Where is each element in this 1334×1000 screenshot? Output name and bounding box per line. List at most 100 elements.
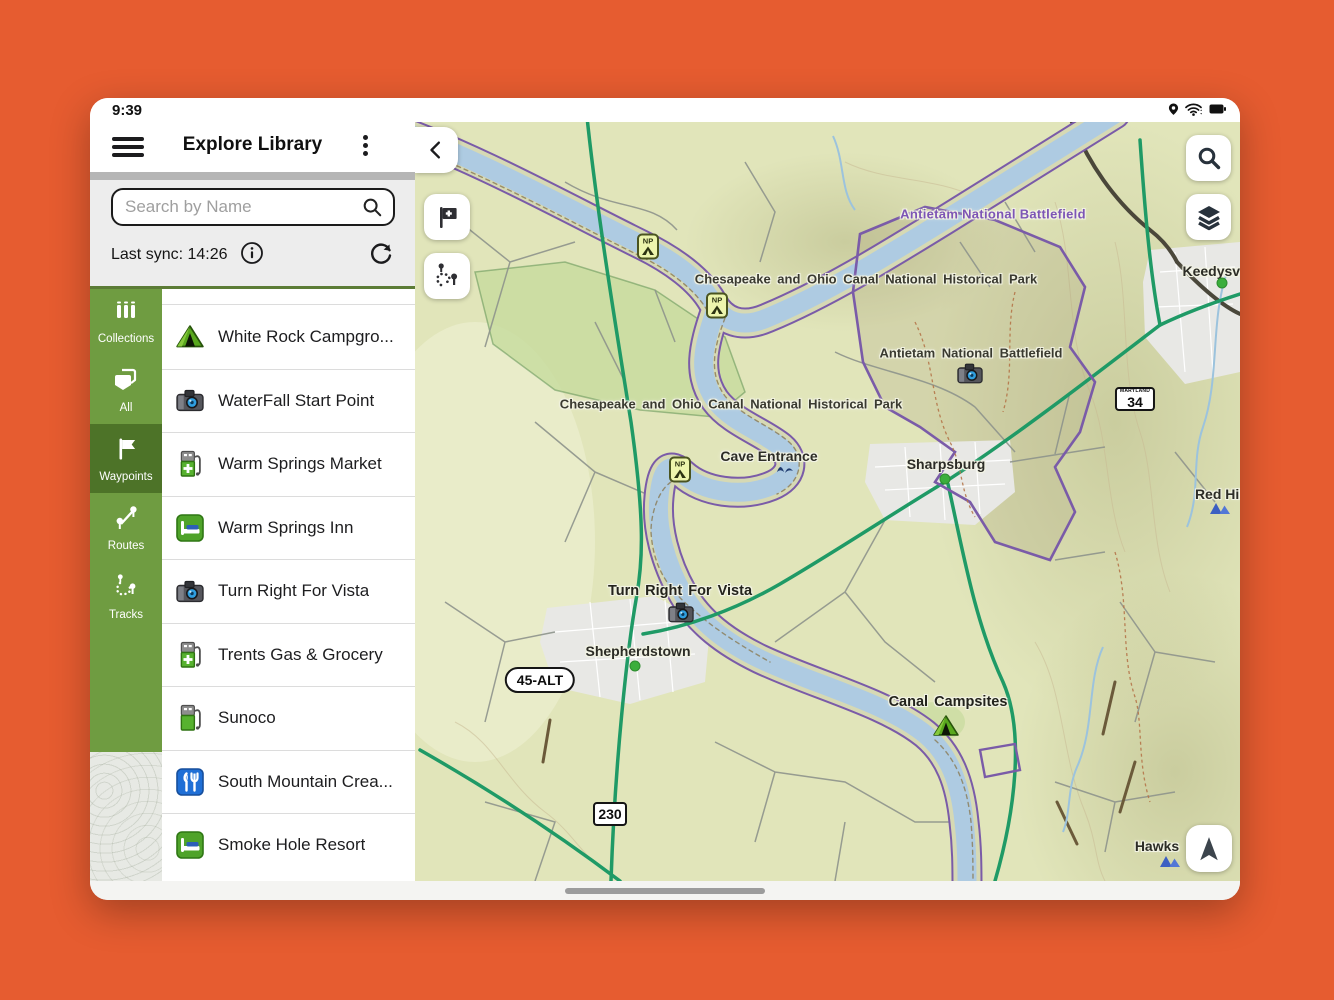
waypoint-name: Trents Gas & Grocery (218, 645, 383, 665)
sync-row: Last sync: 14:26 (111, 238, 394, 272)
route-shield: 45-ALT (505, 667, 575, 693)
waypoint-list-item[interactable]: Trents Gas & Grocery (162, 623, 415, 687)
waypoint-name: South Mountain Crea... (218, 772, 393, 792)
sidebar-item-label: Tracks (109, 609, 143, 621)
waypoint-name: Smoke Hole Resort (218, 835, 365, 855)
info-icon[interactable] (240, 241, 264, 270)
shield-number: 34 (1127, 394, 1143, 410)
sidebar-item-routes[interactable]: Routes (90, 493, 162, 562)
waypoint-list-item[interactable]: Valley Grocery (162, 289, 415, 305)
gas-icon (176, 704, 204, 732)
sidebar-item-collections[interactable]: Collections (90, 286, 162, 355)
restaurant-icon (176, 768, 204, 796)
shield-number: 230 (598, 806, 621, 822)
map-marker-camera-icon[interactable] (668, 602, 694, 628)
waypoint-list: Valley GroceryWhite Rock Campgro... Water… (162, 289, 415, 881)
waypoint-list-item[interactable]: Turn Right For Vista (162, 559, 415, 623)
bottom-strip (90, 881, 1240, 900)
lodging-icon (176, 831, 204, 859)
search-icon (1196, 145, 1222, 171)
camera-icon (176, 577, 204, 605)
map-marker-np-campground-icon: NP (637, 234, 659, 265)
sidebar-item-label: Routes (108, 540, 144, 552)
compass-arrow-icon (1194, 834, 1224, 864)
collections-icon (112, 297, 140, 330)
search-input[interactable] (125, 197, 361, 217)
clock: 9:39 (112, 102, 142, 119)
locate-compass-button[interactable] (1186, 825, 1232, 872)
screen: { "status_bar": { "time": "9:39", "icons… (0, 0, 1334, 1000)
all-icon (112, 366, 140, 399)
map-marker-town-dot (1216, 276, 1228, 294)
system-icons (1168, 102, 1226, 116)
waypoint-list-item[interactable]: Warm Springs Market (162, 432, 415, 496)
sidebar-item-tracks[interactable]: Tracks (90, 562, 162, 631)
search-icon (361, 196, 383, 218)
refresh-icon[interactable] (368, 240, 394, 271)
topo-map (415, 122, 1240, 881)
waypoint-name: Warm Springs Market (218, 454, 382, 474)
flag-icon (112, 435, 140, 468)
chevron-left-icon (426, 139, 448, 161)
svg-text:NP: NP (675, 460, 685, 469)
battery-icon (1209, 104, 1226, 114)
waypoint-list-item[interactable]: White Rock Campgro... (162, 305, 415, 369)
svg-text:NP: NP (643, 237, 653, 246)
panel-header: Explore Library (90, 122, 415, 172)
scroll-shadow (90, 172, 415, 180)
map-marker-cave-icon (776, 461, 794, 479)
map-marker-mountain-icon (1159, 853, 1181, 873)
map-marker-town-dot (939, 472, 951, 490)
svg-text:NP: NP (712, 296, 722, 305)
camera-icon (176, 387, 204, 415)
location-icon (1168, 102, 1179, 116)
sidebar-item-label: Collections (98, 333, 154, 345)
sidebar-item-waypoints[interactable]: Waypoints (90, 424, 162, 493)
sidebar-nav-rail: Collections All Waypoints Routes Tracks (90, 286, 162, 752)
gas-plus-icon (176, 450, 204, 478)
map-marker-np-campground-icon: NP (706, 293, 728, 324)
collapse-panel-button[interactable] (415, 127, 458, 173)
add-track-button[interactable] (424, 253, 470, 299)
waypoint-name: Sunoco (218, 708, 276, 728)
waypoint-list-item[interactable]: South Mountain Crea... (162, 750, 415, 814)
map-canvas[interactable]: Antietam National BattlefieldChesapeake … (415, 122, 1240, 881)
map-marker-mountain-icon (1209, 500, 1231, 520)
map-marker-town-dot (629, 659, 641, 677)
route-shield: 230 (593, 802, 627, 826)
tracks-icon (112, 573, 140, 606)
wifi-icon (1185, 103, 1203, 116)
add-waypoint-button[interactable] (424, 194, 470, 240)
flag-plus-icon (433, 203, 461, 231)
sidebar-item-label: All (120, 402, 133, 414)
layers-icon (1195, 203, 1223, 231)
last-sync-label: Last sync: 14:26 (111, 246, 228, 264)
map-search-button[interactable] (1186, 135, 1231, 181)
sidebar-item-all[interactable]: All (90, 355, 162, 424)
rail-background (90, 752, 162, 881)
waypoint-list-item[interactable]: WaterFall Start Point (162, 369, 415, 433)
home-indicator (565, 888, 765, 894)
tent-icon (176, 323, 204, 351)
track-plus-icon (432, 261, 462, 291)
map-marker-np-campground-icon: NP (669, 457, 691, 488)
status-bar: 9:39 (90, 98, 1240, 122)
overflow-menu-icon[interactable] (355, 132, 375, 162)
app-window: 9:39 Explore Library Last sync: 14:26 (90, 98, 1240, 900)
shield-number: 45-ALT (517, 672, 563, 688)
explore-library-panel: Explore Library Last sync: 14:26 Collect… (90, 122, 415, 881)
waypoint-list-item[interactable]: Smoke Hole Resort (162, 813, 415, 877)
waypoint-name: Warm Springs Inn (218, 518, 353, 538)
waypoint-list-item[interactable]: Sunoco (162, 686, 415, 750)
map-marker-camera-icon[interactable] (957, 363, 983, 389)
waypoint-list-item[interactable]: Warm Springs Inn (162, 496, 415, 560)
layers-button[interactable] (1186, 194, 1231, 240)
waypoint-list-item-partial[interactable]: Valley Grocery (162, 289, 415, 305)
lodging-icon (176, 514, 204, 542)
map-marker-tent-icon[interactable] (933, 714, 959, 742)
search-box (111, 188, 395, 226)
search-section: Last sync: 14:26 (90, 172, 415, 286)
waypoint-name: WaterFall Start Point (218, 391, 374, 411)
gas-plus-icon (176, 641, 204, 669)
sidebar-item-label: Waypoints (99, 471, 152, 483)
